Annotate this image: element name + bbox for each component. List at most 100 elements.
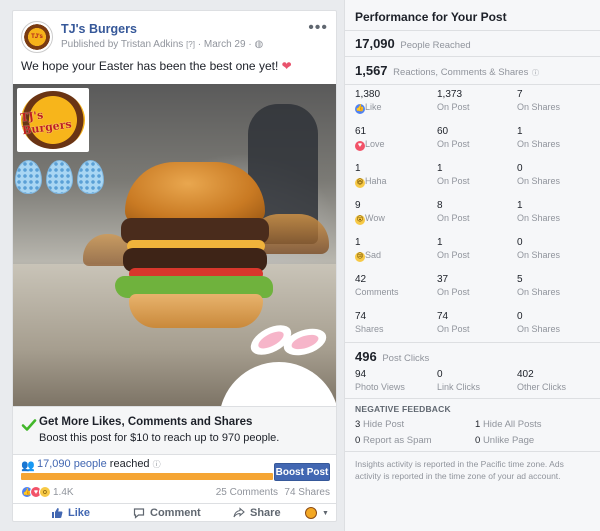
breakdown-label: On Post bbox=[437, 176, 470, 186]
comment-button[interactable]: Comment bbox=[133, 507, 201, 519]
info-icon[interactable]: ⓘ bbox=[532, 70, 539, 77]
breakdown-value: 61 bbox=[355, 126, 367, 137]
breakdown-cell: 1,380 👍Like bbox=[355, 89, 382, 114]
reactions-summary: 👍 ♥ o 1.4K 25 Comments 74 Shares bbox=[13, 484, 336, 500]
post-date[interactable]: March 29 bbox=[204, 39, 246, 50]
breakdown-cell: 1 On Post bbox=[437, 163, 470, 187]
breakdown-label: On Post bbox=[437, 139, 470, 149]
thumbs-up-icon bbox=[52, 508, 63, 518]
breakdown-value: 8 bbox=[437, 200, 443, 211]
reach-suffix: reached bbox=[109, 458, 150, 470]
haha-icon: 😆 bbox=[355, 178, 365, 188]
divider bbox=[345, 30, 600, 31]
photo-views-cell: 94 Photo Views bbox=[355, 369, 405, 393]
tjs-burgers-logo: TJ's Burgers bbox=[17, 88, 89, 152]
link-clicks-cell: 0 Link Clicks bbox=[437, 369, 480, 393]
reaction-label: 👍Like bbox=[355, 101, 382, 114]
breakdown-value: 0 bbox=[517, 237, 523, 248]
page-name-link[interactable]: TJ's Burgers bbox=[61, 22, 137, 36]
heart-emoji-icon: ❤ bbox=[281, 59, 292, 73]
breakdown-value: 1,380 bbox=[355, 89, 381, 100]
burger-illustration bbox=[115, 162, 273, 342]
report-spam-value: 0 bbox=[355, 435, 361, 446]
reach-number-link[interactable]: 17,090 people bbox=[37, 458, 107, 470]
engagement-label: Reactions, Comments & Shares bbox=[393, 67, 529, 78]
breakdown-value: 1,373 bbox=[437, 89, 463, 100]
breakdown-label: Wow bbox=[365, 213, 385, 223]
page-avatar[interactable]: TJ's bbox=[21, 21, 53, 53]
bunny-illustration bbox=[209, 319, 336, 406]
breakdown-cell: 9 😮Wow bbox=[355, 200, 385, 225]
reach-progress-bar bbox=[21, 473, 273, 480]
post-clicks-label: Post Clicks bbox=[382, 353, 430, 364]
breakdown-value: 60 bbox=[437, 126, 449, 137]
people-icon: 👥 bbox=[21, 460, 35, 472]
breakdown-value: 7 bbox=[517, 89, 523, 100]
share-icon bbox=[233, 507, 245, 518]
breakdown-value: 37 bbox=[437, 274, 449, 285]
share-button[interactable]: Share bbox=[233, 507, 281, 519]
breakdown-value: 1 bbox=[355, 163, 361, 174]
hide-all-value: 1 bbox=[475, 419, 481, 430]
hide-post-stat: 3 Hide Post bbox=[355, 419, 404, 430]
divider bbox=[345, 398, 600, 399]
panel-title: Performance for Your Post bbox=[355, 10, 507, 24]
breakdown-label: On Post bbox=[437, 213, 470, 223]
reaction-count[interactable]: 1.4K bbox=[53, 487, 74, 498]
like-icon: 👍 bbox=[355, 104, 365, 114]
post-clicks-stat: 496 Post Clicks bbox=[355, 349, 429, 364]
breakdown-label: Haha bbox=[365, 176, 387, 186]
more-options-icon[interactable]: ••• bbox=[308, 19, 328, 37]
link-clicks-value: 0 bbox=[437, 369, 443, 380]
breakdown-value: 74 bbox=[437, 311, 449, 322]
reaction-icons[interactable]: 👍 ♥ o bbox=[21, 486, 51, 498]
comments-count[interactable]: 25 Comments bbox=[216, 487, 278, 498]
like-button[interactable]: Like bbox=[51, 507, 90, 519]
reaction-label: 😆Haha bbox=[355, 175, 387, 188]
post-as-selector[interactable]: ▼ bbox=[305, 507, 329, 519]
breakdown-label: Like bbox=[365, 102, 382, 112]
info-icon[interactable]: ⓘ bbox=[153, 460, 161, 469]
like-label: Like bbox=[68, 507, 91, 519]
engagement-value: 1,567 bbox=[355, 63, 388, 78]
breakdown-value: 9 bbox=[355, 200, 361, 211]
hide-post-label: Hide Post bbox=[362, 419, 405, 430]
boost-post-button[interactable]: Boost Post bbox=[274, 463, 330, 481]
post-header: TJ's TJ's Burgers Published by Tristan A… bbox=[21, 19, 328, 61]
breakdown-row: 9 😮Wow 8 On Post 1 On Shares bbox=[345, 197, 600, 234]
meta-help-link[interactable]: [?] bbox=[186, 40, 195, 49]
breakdown-label: On Post bbox=[437, 324, 470, 334]
breakdown-cell: 74 On Post bbox=[437, 311, 470, 335]
breakdown-cell: 1 😢Sad bbox=[355, 237, 381, 262]
easter-egg-icon bbox=[77, 160, 104, 194]
post-action-bar: Like Comment Share ▼ bbox=[13, 503, 336, 521]
wow-icon: 😮 bbox=[355, 215, 365, 225]
post-message: We hope your Easter has been the best on… bbox=[21, 59, 279, 73]
breakdown-value: 1 bbox=[355, 237, 361, 248]
breakdown-cell: 74 Shares bbox=[355, 311, 384, 335]
post-photo[interactable]: TJ's Burgers bbox=[13, 84, 336, 406]
breakdown-cell: 61 ♥ Love bbox=[355, 126, 385, 151]
breakdown-row: 42 Comments 37 On Post 5 On Shares bbox=[345, 271, 600, 308]
reach-line: 17,090 people reached ⓘ bbox=[37, 458, 161, 470]
wow-reaction-icon: o bbox=[39, 486, 51, 498]
breakdown-cell: 42 Comments bbox=[355, 274, 399, 298]
reach-section: 👥 17,090 people reached ⓘ Boost Post bbox=[13, 454, 336, 484]
hide-post-value: 3 bbox=[355, 419, 361, 430]
easter-egg-icon bbox=[46, 160, 73, 194]
published-by: Published by Tristan Adkins bbox=[61, 39, 184, 50]
breakdown-value: 1 bbox=[517, 200, 523, 211]
breakdown-cell: 5 On Shares bbox=[517, 274, 560, 298]
breakdown-label: On Shares bbox=[517, 287, 561, 297]
unlike-page-value: 0 bbox=[475, 435, 481, 446]
breakdown-cell: 0 On Shares bbox=[517, 311, 560, 335]
shares-count[interactable]: 74 Shares bbox=[284, 487, 330, 498]
easter-egg-icon bbox=[15, 160, 42, 194]
boost-prompt: Get More Likes, Comments and Shares Boos… bbox=[13, 406, 336, 454]
people-reached-value: 17,090 bbox=[355, 36, 395, 51]
reaction-label: ♥ Love bbox=[355, 138, 385, 151]
breakdown-cell: 1,373 On Post bbox=[437, 89, 470, 113]
report-spam-stat: 0 Report as Spam bbox=[355, 435, 432, 446]
breakdown-row: 1 😢Sad 1 On Post 0 On Shares bbox=[345, 234, 600, 271]
breakdown-cell: 1 On Shares bbox=[517, 200, 560, 224]
